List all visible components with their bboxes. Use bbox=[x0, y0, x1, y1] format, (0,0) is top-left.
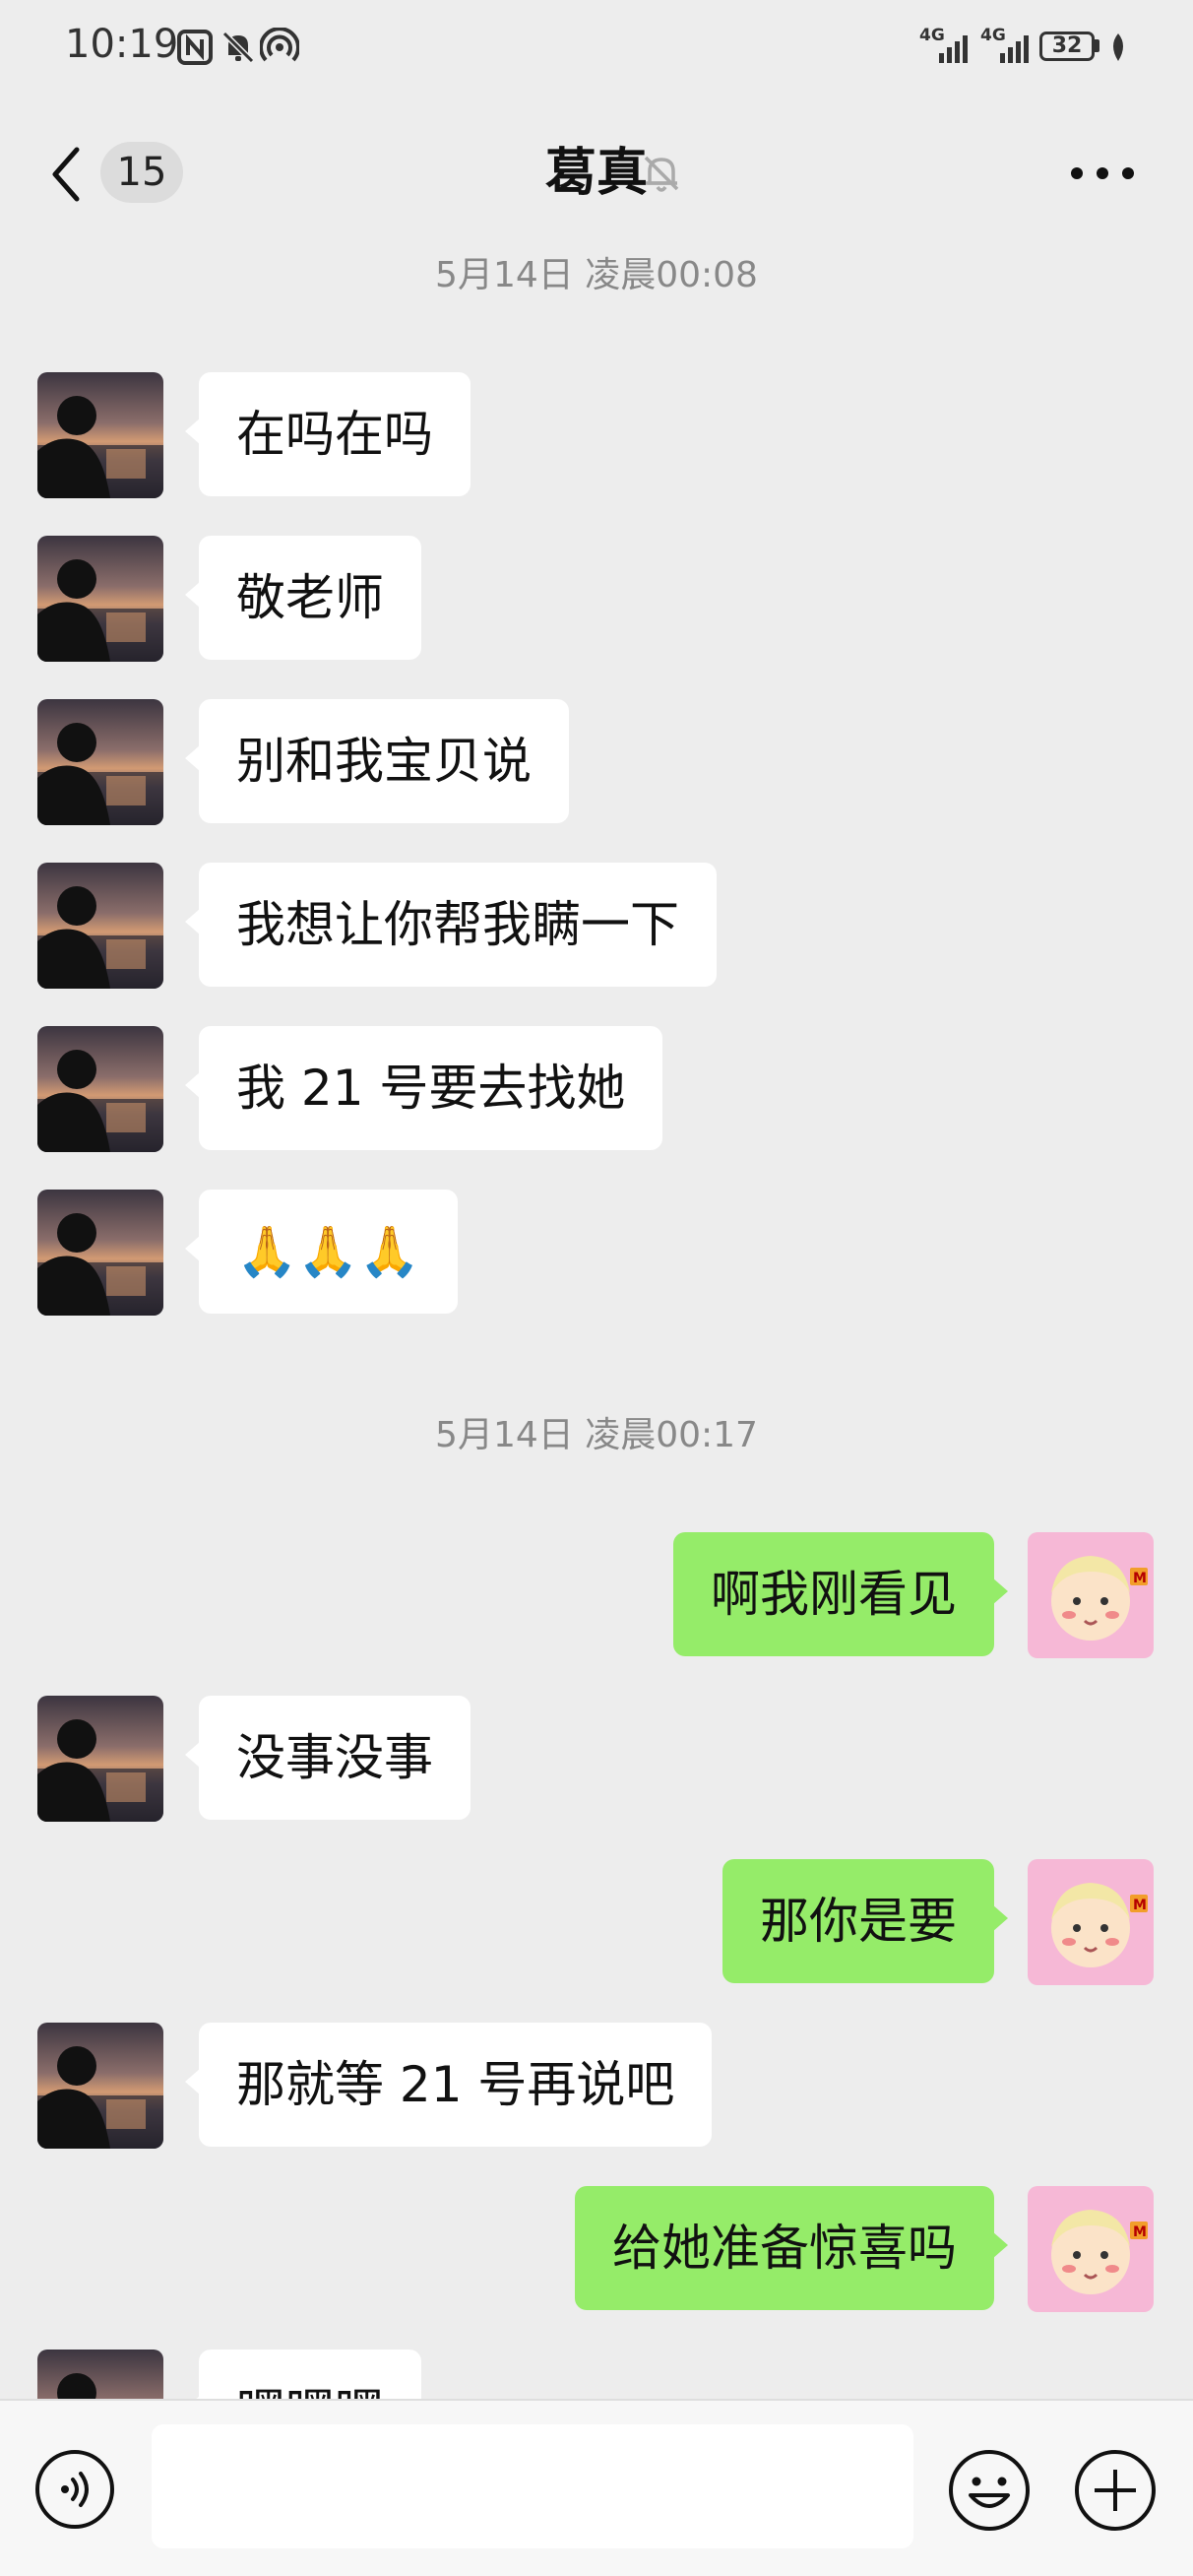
avatar[interactable] bbox=[1028, 1532, 1154, 1658]
nfc-icon bbox=[177, 30, 213, 65]
battery-icon: 32 bbox=[1039, 32, 1095, 61]
message-bubble[interactable]: 没事没事 bbox=[185, 1696, 471, 1820]
timestamp: 5月14日 凌晨00:08 bbox=[435, 255, 758, 295]
avatar[interactable] bbox=[37, 863, 163, 989]
message-bubble[interactable]: 敬老师 bbox=[185, 536, 421, 660]
message-bubble[interactable]: 啊我刚看见 bbox=[673, 1532, 1008, 1656]
message-bubble[interactable]: 在吗在吗 bbox=[185, 372, 471, 496]
avatar[interactable] bbox=[1028, 1859, 1154, 1985]
signal-icon bbox=[939, 35, 968, 63]
chat-title: 葛真 bbox=[544, 144, 648, 203]
mute-bell-icon bbox=[221, 31, 255, 64]
message-row: 🙏🙏🙏 bbox=[0, 1190, 1193, 1316]
message-bubble[interactable]: 那你是要 bbox=[722, 1859, 1008, 1983]
hotspot-icon bbox=[260, 28, 299, 62]
message-bubble[interactable]: 那就等 21 号再说吧 bbox=[184, 2023, 713, 2147]
voice-icon[interactable] bbox=[33, 2448, 116, 2531]
message-bubble[interactable]: 我想让你帮我瞒一下 bbox=[185, 863, 717, 987]
message-bubble[interactable]: 🙏🙏🙏 bbox=[185, 1190, 458, 1314]
avatar[interactable] bbox=[37, 1696, 163, 1822]
avatar[interactable] bbox=[37, 699, 163, 825]
message-row: 我 21 号要去找她 bbox=[0, 1026, 1193, 1152]
more-icon[interactable] bbox=[1067, 152, 1138, 195]
battery-tip bbox=[1095, 39, 1099, 52]
message-row: 别和我宝贝说 bbox=[0, 699, 1193, 825]
message-bubble[interactable]: 我 21 号要去找她 bbox=[184, 1026, 663, 1150]
message-input[interactable] bbox=[152, 2424, 913, 2548]
avatar[interactable] bbox=[1028, 2186, 1154, 2312]
plus-icon[interactable] bbox=[1073, 2448, 1158, 2533]
message-row: 那就等 21 号再说吧 bbox=[0, 2023, 1193, 2149]
status-bar: 10:19 4G 4G 32 bbox=[0, 0, 1193, 98]
message-row: 敬老师 bbox=[0, 536, 1193, 662]
emoji-icon[interactable] bbox=[947, 2448, 1032, 2533]
avatar[interactable] bbox=[37, 2023, 163, 2149]
avatar[interactable] bbox=[37, 1026, 163, 1152]
timestamp: 5月14日 凌晨00:17 bbox=[435, 1415, 758, 1455]
message-row: 在吗在吗 bbox=[0, 372, 1193, 498]
message-row: 啊我刚看见 bbox=[0, 1532, 1193, 1658]
avatar[interactable] bbox=[37, 372, 163, 498]
chat-header: 15 葛真 bbox=[0, 98, 1193, 246]
message-bubble[interactable]: 别和我宝贝说 bbox=[185, 699, 569, 823]
mute-bell-icon bbox=[644, 156, 679, 192]
message-row: 我想让你帮我瞒一下 bbox=[0, 863, 1193, 989]
avatar[interactable] bbox=[37, 1190, 163, 1316]
status-time: 10:19 bbox=[65, 22, 179, 67]
message-bubble[interactable]: 给她准备惊喜吗 bbox=[575, 2186, 1008, 2310]
message-row: 给她准备惊喜吗 bbox=[0, 2186, 1193, 2312]
leaf-icon bbox=[1113, 33, 1123, 61]
message-row: 没事没事 bbox=[0, 1696, 1193, 1822]
signal-icon bbox=[1000, 35, 1029, 63]
message-row: 那你是要 bbox=[0, 1859, 1193, 1985]
input-bar bbox=[0, 2399, 1193, 2576]
avatar[interactable] bbox=[37, 536, 163, 662]
